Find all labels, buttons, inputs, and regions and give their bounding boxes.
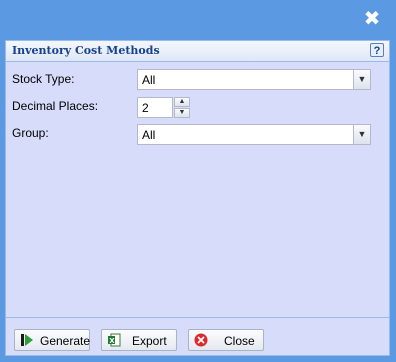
dialog-window: ✖ Inventory Cost Methods ? Stock Type: A… xyxy=(0,0,396,362)
excel-icon: X xyxy=(108,333,121,347)
close-button[interactable]: Close xyxy=(188,329,264,351)
decimal-places-value: 2 xyxy=(142,101,149,115)
spin-up-icon[interactable]: ▲ xyxy=(174,97,190,107)
help-icon[interactable]: ? xyxy=(370,43,384,57)
decimal-places-stepper[interactable]: ▲ ▼ xyxy=(174,97,190,118)
stock-type-select[interactable]: All ▼ xyxy=(137,69,371,90)
chevron-down-icon[interactable]: ▼ xyxy=(353,125,370,144)
generate-button[interactable]: Generate xyxy=(14,329,90,351)
inventory-cost-methods-panel: Inventory Cost Methods ? Stock Type: All… xyxy=(5,40,390,356)
generate-label: Generate xyxy=(40,334,91,348)
close-circle-icon xyxy=(194,333,208,347)
chevron-down-icon[interactable]: ▼ xyxy=(353,70,370,89)
svg-text:X: X xyxy=(109,337,115,345)
window-close-icon[interactable]: ✖ xyxy=(362,9,382,29)
button-bar: Generate X Export Close xyxy=(6,317,389,355)
close-label: Close xyxy=(224,334,255,348)
export-label: Export xyxy=(132,334,167,348)
group-label: Group: xyxy=(12,126,49,140)
panel-title: Inventory Cost Methods xyxy=(12,44,160,57)
export-button[interactable]: X Export xyxy=(101,329,177,351)
play-icon xyxy=(21,334,33,346)
group-value: All xyxy=(142,128,156,142)
spin-down-icon[interactable]: ▼ xyxy=(174,108,190,118)
panel-header: Inventory Cost Methods ? xyxy=(6,41,389,62)
decimal-places-input[interactable]: 2 xyxy=(137,97,173,118)
stock-type-label: Stock Type: xyxy=(12,72,75,86)
stock-type-value: All xyxy=(142,73,156,87)
decimal-places-label: Decimal Places: xyxy=(12,99,99,113)
group-select[interactable]: All ▼ xyxy=(137,124,371,145)
